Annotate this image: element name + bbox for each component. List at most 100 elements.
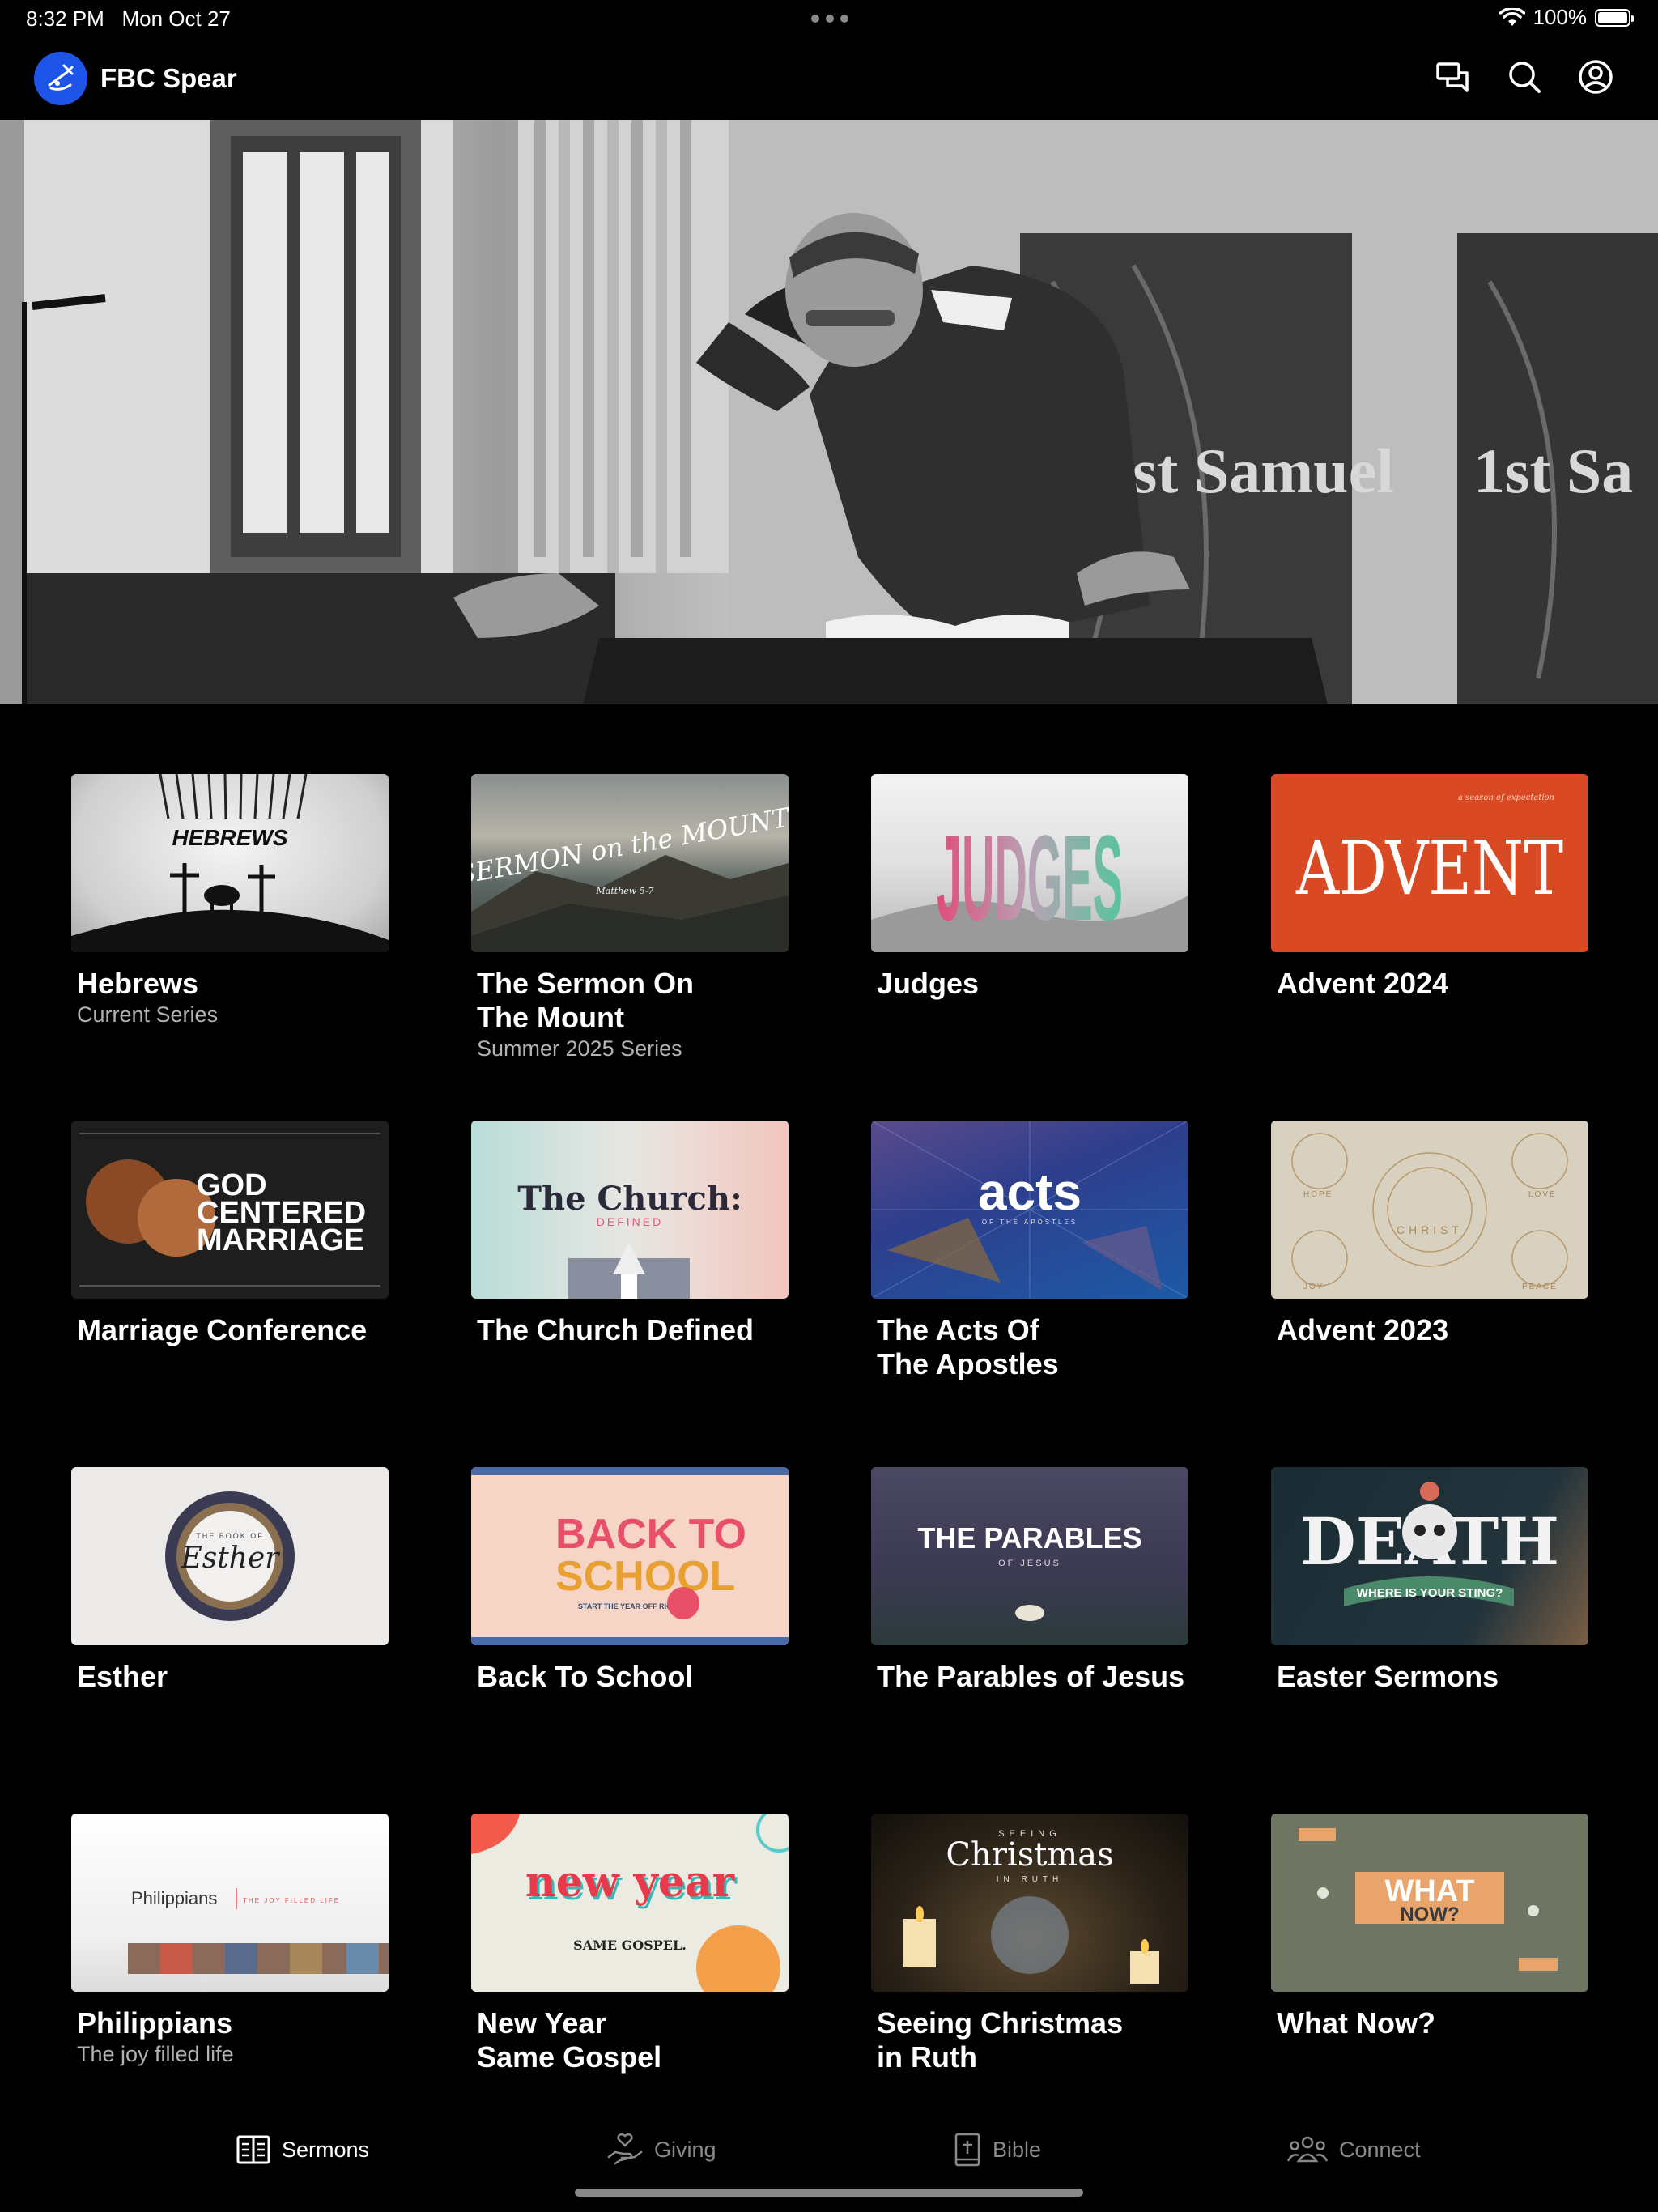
series-title: The Church Defined: [477, 1313, 755, 1346]
series-thumbnail[interactable]: Philippians THE JOY FILLED LIFE: [71, 1814, 389, 1992]
thumb-word: HOPE: [1303, 1190, 1333, 1199]
series-card-sermon-on-the-mount[interactable]: SERMON on the MOUNT Matthew 5-7 The Serm…: [471, 774, 789, 1061]
series-title: Philippians: [77, 2006, 233, 2040]
tab-bar: Sermons Giving Bible Connect: [0, 2121, 1658, 2178]
series-card-esther[interactable]: THE BOOK OF Esther Esther: [71, 1467, 389, 1694]
series-card-what-now[interactable]: WHAT NOW? What Now?: [1271, 1814, 1588, 2040]
thumb-sub: DEFINED: [597, 1215, 663, 1228]
church-logo-icon[interactable]: [34, 52, 87, 105]
thumb-word: JOY: [1303, 1283, 1324, 1291]
account-icon[interactable]: [1575, 57, 1616, 97]
thumb-text: acts: [978, 1163, 1082, 1221]
series-card-philippians[interactable]: Philippians THE JOY FILLED LIFE Philippi…: [71, 1814, 389, 2067]
series-card-seeing-christmas[interactable]: SEEING Christmas IN RUTH Seeing Christma…: [871, 1814, 1188, 2074]
chat-icon[interactable]: [1433, 57, 1473, 97]
bible-icon: [954, 2133, 980, 2167]
series-card-easter[interactable]: DEATH WHERE IS YOUR STING? Easter Sermon…: [1271, 1467, 1588, 1694]
thumb-sub: OF JESUS: [998, 1559, 1061, 1568]
thumb-text: GOD CENTERED MARRIAGE: [197, 1168, 366, 1257]
series-title: The Parables of Jesus: [877, 1660, 1185, 1693]
tab-label: Sermons: [282, 2137, 370, 2162]
series-card-new-year[interactable]: new year new year SAME GOSPEL. New Year …: [471, 1814, 789, 2074]
series-card-marriage-conference[interactable]: GOD CENTERED MARRIAGE Marriage Conference: [71, 1121, 389, 1347]
thumb-sub: IN RUTH: [997, 1875, 1064, 1884]
battery-percent: 100%: [1533, 5, 1588, 29]
banner-text-2: 1st Sa: [1473, 436, 1633, 506]
status-bar: 8:32 PM Mon Oct 27 100%: [0, 0, 1658, 40]
series-thumbnail[interactable]: THE BOOK OF Esther: [71, 1467, 389, 1645]
status-time: 8:32 PM Mon Oct 27: [26, 6, 231, 31]
thumb-text: JUDGES: [937, 810, 1123, 946]
tab-connect[interactable]: Connect: [1287, 2121, 1421, 2178]
thumb-word: LOVE: [1528, 1190, 1557, 1199]
series-thumbnail[interactable]: WHAT NOW?: [1271, 1814, 1588, 1992]
series-title: Marriage Conference: [77, 1313, 368, 1346]
series-thumbnail[interactable]: The Church: DEFINED: [471, 1121, 789, 1299]
tab-giving[interactable]: Giving: [607, 2121, 716, 2178]
thumb-sub: SAME GOSPEL.: [573, 1938, 687, 1953]
tab-sermons[interactable]: Sermons: [236, 2121, 369, 2178]
series-title: Advent 2024: [1277, 967, 1449, 1000]
series-thumbnail[interactable]: acts OF THE APOSTLES: [871, 1121, 1188, 1299]
series-thumbnail[interactable]: a season of expectation ADVENT: [1271, 774, 1588, 952]
series-subtitle: Current Series: [77, 1002, 219, 1027]
tab-bible[interactable]: Bible: [954, 2121, 1041, 2178]
series-thumbnail[interactable]: new year new year SAME GOSPEL.: [471, 1814, 789, 1992]
series-thumbnail[interactable]: DEATH WHERE IS YOUR STING?: [1271, 1467, 1588, 1645]
app-header: FBC Spear: [0, 49, 1658, 120]
series-thumbnail[interactable]: CHRIST HOPE LOVE JOY PEACE: [1271, 1121, 1588, 1299]
series-card-advent-2024[interactable]: a season of expectation ADVENT Advent 20…: [1271, 774, 1588, 1001]
series-subtitle: Summer 2025 Series: [477, 1036, 682, 1061]
multitasking-dots-icon[interactable]: [811, 15, 848, 23]
thumb-text: new year: [525, 1857, 735, 1907]
series-title: Back To School: [477, 1660, 694, 1693]
thumb-text: The Church:: [517, 1180, 742, 1218]
thumb-sub: THE JOY FILLED LIFE: [243, 1897, 340, 1904]
thumb-sub: a season of expectation: [1458, 793, 1554, 802]
series-thumbnail[interactable]: HEBREWS: [71, 774, 389, 952]
thumb-sub: OF THE APOSTLES: [982, 1219, 1078, 1226]
series-card-judges[interactable]: JUDGES Judges: [871, 774, 1188, 1001]
series-thumbnail[interactable]: THE PARABLES OF JESUS: [871, 1467, 1188, 1645]
series-title: Hebrews: [77, 967, 199, 1000]
series-thumbnail[interactable]: GOD CENTERED MARRIAGE: [71, 1121, 389, 1299]
series-card-hebrews[interactable]: HEBREWS Hebrews Current Series: [71, 774, 389, 1027]
series-thumbnail[interactable]: JUDGES: [871, 774, 1188, 952]
thumb-text: BACK TO SCHOOL: [555, 1511, 746, 1600]
series-title: Advent 2023: [1277, 1313, 1449, 1346]
banner-text-1: 1st Samuel: [1101, 436, 1394, 506]
thumb-sub: NOW?: [1400, 1904, 1459, 1925]
thumb-text: ADVENT: [1295, 825, 1563, 912]
battery-icon: [1595, 8, 1634, 27]
series-title: Judges: [877, 967, 980, 1000]
series-subtitle: The joy filled life: [77, 2042, 234, 2066]
series-thumbnail[interactable]: BACK TO SCHOOL START THE YEAR OFF RIGHT: [471, 1467, 789, 1645]
search-icon[interactable]: [1504, 57, 1545, 97]
home-indicator[interactable]: [575, 2189, 1083, 2197]
app-title: FBC Spear: [100, 63, 237, 93]
series-thumbnail[interactable]: SERMON on the MOUNT Matthew 5-7: [471, 774, 789, 952]
thumb-text: HEBREWS: [172, 825, 287, 850]
series-card-advent-2023[interactable]: CHRIST HOPE LOVE JOY PEACE Advent 2023: [1271, 1121, 1588, 1347]
series-card-parables[interactable]: THE PARABLES OF JESUS The Parables of Je…: [871, 1467, 1188, 1694]
wifi-icon: [1499, 7, 1525, 26]
series-card-back-to-school[interactable]: BACK TO SCHOOL START THE YEAR OFF RIGHT B…: [471, 1467, 789, 1694]
tab-label: Giving: [654, 2137, 716, 2162]
series-title: The Sermon On The Mount: [477, 967, 695, 1034]
tab-label: Bible: [993, 2137, 1042, 2162]
series-thumbnail[interactable]: SEEING Christmas IN RUTH: [871, 1814, 1188, 1992]
series-title: Esther: [77, 1660, 168, 1693]
series-card-acts[interactable]: acts OF THE APOSTLES The Acts Of The Apo…: [871, 1121, 1188, 1381]
status-indicators: 100%: [1499, 5, 1634, 30]
thumb-sub: THE BOOK OF: [196, 1532, 264, 1540]
thumb-text: CHRIST: [1397, 1223, 1463, 1236]
thumb-word: PEACE: [1522, 1283, 1558, 1291]
thumb-text: THE PARABLES: [917, 1521, 1141, 1555]
thumb-sub: START THE YEAR OFF RIGHT: [578, 1602, 682, 1610]
series-card-church-defined[interactable]: The Church: DEFINED The Church Defined: [471, 1121, 789, 1347]
thumb-text: Philippians: [131, 1888, 217, 1908]
thumb-sub: WHERE IS YOUR STING?: [1357, 1586, 1503, 1600]
thumb-sub: Matthew 5-7: [596, 886, 654, 896]
people-group-icon: [1287, 2136, 1328, 2163]
hero-image[interactable]: 1st Samuel 1st Sa: [0, 120, 1658, 704]
